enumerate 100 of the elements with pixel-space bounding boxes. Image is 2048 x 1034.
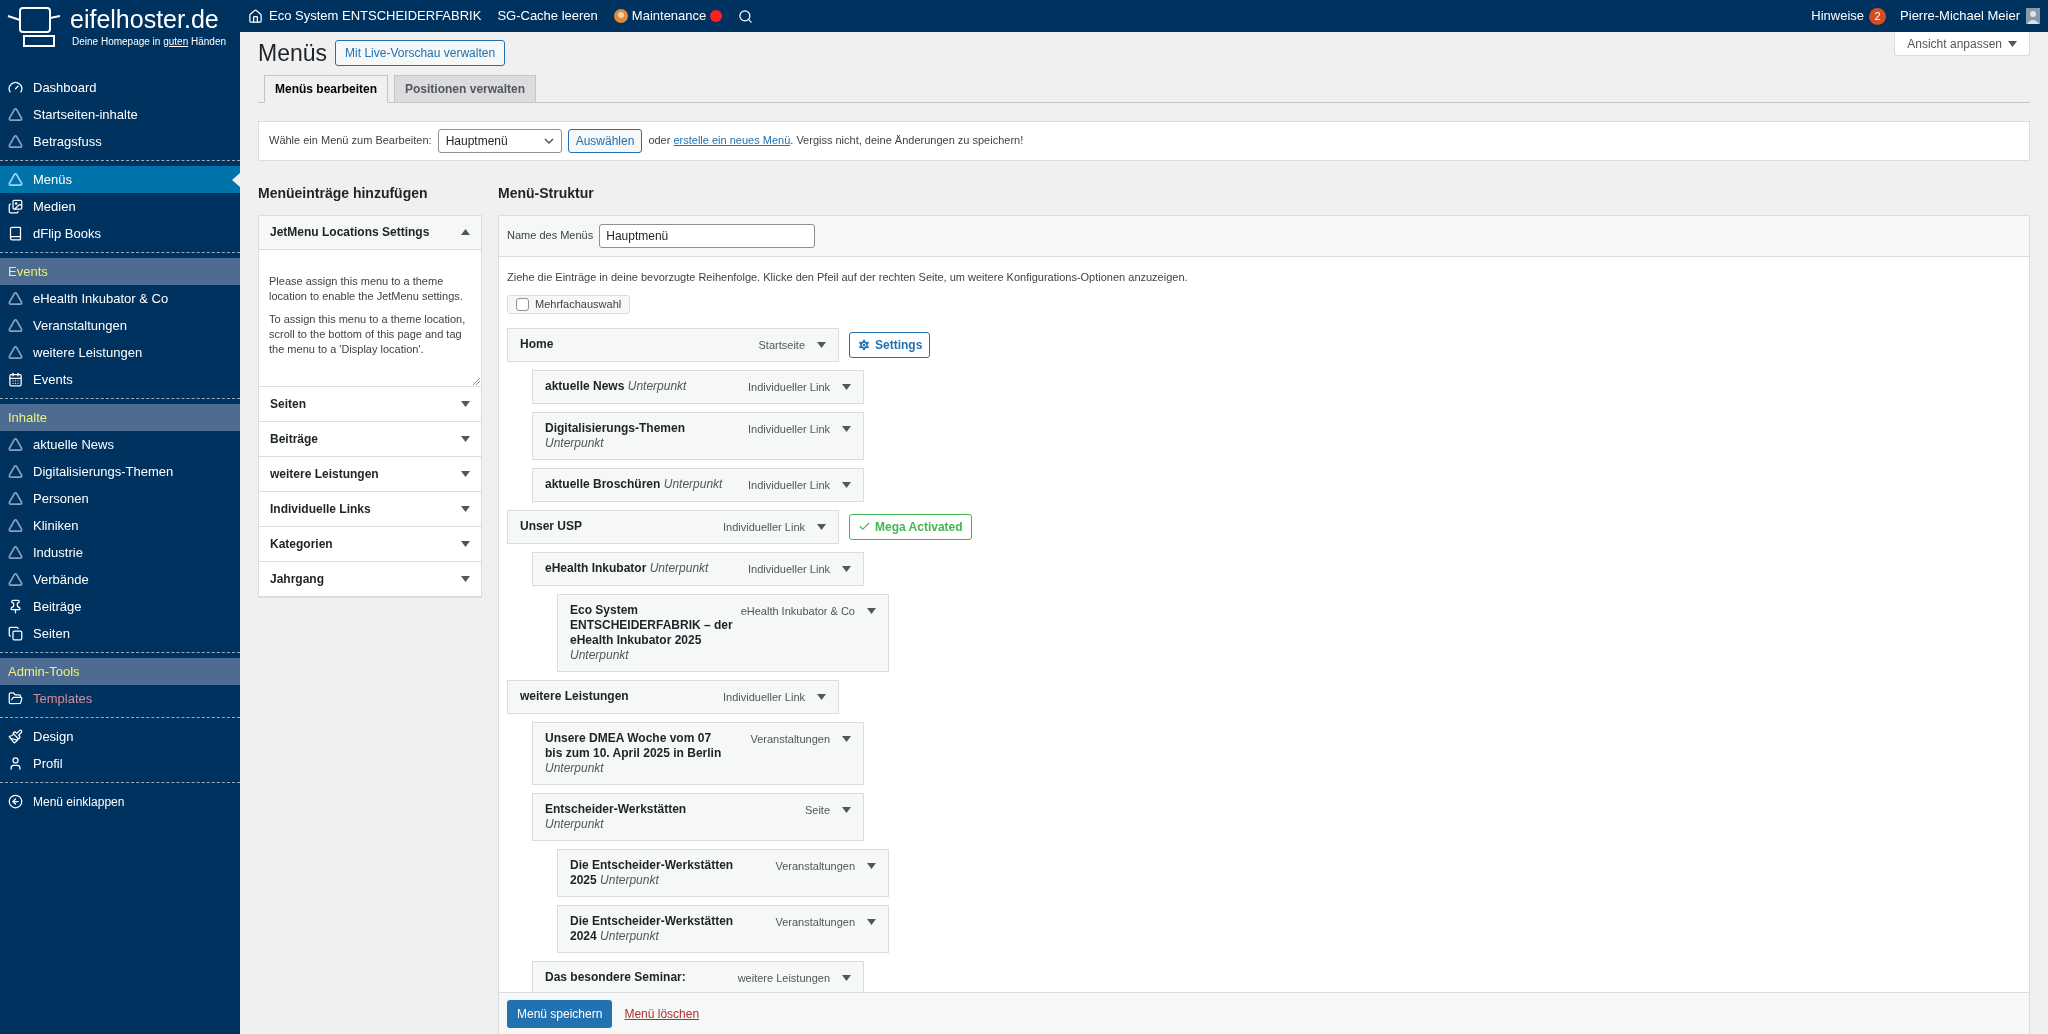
caret-icon[interactable] — [461, 470, 470, 477]
menu-item-title: aktuelle Broschüren Unterpunkt — [545, 476, 724, 492]
accordion-header[interactable]: Individuelle Links — [259, 491, 481, 526]
caret-icon[interactable] — [817, 693, 826, 700]
menu-item[interactable]: eHealth Inkubator Unterpunkt Individueller Link — [532, 551, 864, 586]
sidebar-item[interactable]: Seiten — [0, 620, 240, 647]
caret-icon[interactable] — [817, 523, 826, 530]
accordion-header[interactable]: weitere Leistungen — [259, 456, 481, 491]
brush-icon — [8, 729, 23, 744]
menu-item-type: Individueller Link — [748, 379, 830, 395]
caret-icon[interactable] — [461, 575, 470, 582]
menu-item-title: Entscheider-Werkstätten Unterpunkt — [545, 801, 688, 832]
sidebar-item[interactable]: Menüs — [0, 166, 240, 193]
accordion-header[interactable]: Kategorien — [259, 526, 481, 561]
menu-item[interactable]: Home Startseite — [507, 327, 839, 362]
accordion-header[interactable]: JetMenu Locations Settings — [259, 215, 481, 250]
menu-item[interactable]: Die Entscheider-Werkstätten 2024 Unterpunkt Veranstaltungen — [557, 904, 889, 953]
save-menu-button[interactable]: Menü speichern — [507, 999, 613, 1028]
caret-icon[interactable] — [461, 435, 470, 442]
select-button[interactable]: Auswählen — [567, 128, 643, 153]
sidebar-item[interactable]: Events — [0, 366, 240, 393]
sidebar-item[interactable]: Profil — [0, 750, 240, 777]
caret-icon[interactable] — [867, 918, 876, 925]
menu-item[interactable]: Eco System ENTSCHEIDERFABRIK – der eHealth Inkubator 2025 Unterpunkt eHealth Inkubator & Co — [557, 593, 889, 672]
menu-item[interactable]: aktuelle Broschüren Unterpunkt Individueller Link — [532, 467, 864, 502]
user-link[interactable]: Pierre-Michael Meier — [1900, 6, 2040, 26]
menu-item[interactable]: Digitalisierungs-Themen Unterpunkt Individueller Link — [532, 411, 864, 460]
sidebar-item[interactable]: Design — [0, 723, 240, 750]
sidebar-item[interactable]: Beiträge — [0, 593, 240, 620]
sidebar-label: Startseiten-inhalte — [33, 105, 138, 124]
menu-item[interactable]: Unsere DMEA Woche vom 07 bis zum 10. April 2025 in Berlin Unterpunkt Veranstaltungen — [532, 721, 864, 785]
caret-icon[interactable] — [842, 565, 851, 572]
caret-icon[interactable] — [867, 607, 876, 614]
caret-icon[interactable] — [461, 505, 470, 512]
collapse-menu-button[interactable]: Menü einklappen — [0, 788, 240, 815]
sidebar-label: eHealth Inkubator & Co — [33, 289, 169, 308]
sidebar-item[interactable]: aktuelle News — [0, 431, 240, 458]
settings-text-area[interactable]: Please assign this menu to a theme location to enable the JetMenu settings. To assign this menu to a theme location, scroll to the bottom of this page and tag the menu to a 'Display location'. — [259, 249, 481, 386]
notices-link[interactable]: Hinweise 2 — [1811, 6, 1887, 26]
caret-icon[interactable] — [461, 400, 470, 407]
caret-icon[interactable] — [461, 540, 470, 547]
site-link[interactable]: Eco System ENTSCHEIDERFABRIK — [248, 6, 482, 26]
caret-icon[interactable] — [842, 481, 851, 488]
tab[interactable]: Menüs bearbeiten — [264, 74, 389, 103]
caret-icon[interactable] — [461, 229, 470, 235]
sidebar-item[interactable]: Personen — [0, 485, 240, 512]
accordion-header[interactable]: Seiten — [259, 386, 481, 421]
triangle-icon — [8, 345, 23, 360]
sidebar-item[interactable]: Medien — [0, 193, 240, 220]
settings-button[interactable]: Settings — [849, 331, 931, 358]
caret-icon[interactable] — [842, 806, 851, 813]
user-avatar-icon — [2026, 8, 2040, 24]
cache-link[interactable]: SG-Cache leeren — [497, 6, 598, 26]
bulk-select-toggle[interactable]: Mehrfachauswahl — [507, 295, 631, 314]
sidebar-label: dFlip Books — [33, 224, 101, 243]
menu-item-title: Digitalisierungs-Themen Unterpunkt — [545, 420, 687, 451]
sidebar-item[interactable]: Templates — [0, 685, 240, 712]
menu-name-field[interactable]: Hauptmenü — [599, 223, 816, 248]
menu-item-type: Individueller Link — [748, 421, 830, 437]
sidebar-item[interactable]: Verbände — [0, 566, 240, 593]
sidebar-item[interactable]: dFlip Books — [0, 220, 240, 247]
dashboard-icon — [8, 80, 23, 95]
logo-name: eifelhoster.de — [70, 4, 220, 34]
menu-item[interactable]: weitere Leistungen Individueller Link — [507, 679, 839, 714]
menu-item[interactable]: aktuelle News Unterpunkt Individueller Link — [532, 369, 864, 404]
triangle-icon — [8, 107, 23, 122]
caret-icon[interactable] — [842, 974, 851, 981]
search-icon[interactable] — [738, 8, 754, 24]
sidebar-item[interactable]: Kliniken — [0, 512, 240, 539]
sidebar-item[interactable]: Dashboard — [0, 74, 240, 101]
sidebar-item[interactable]: eHealth Inkubator & Co — [0, 285, 240, 312]
sidebar-item[interactable]: Startseiten-inhalte — [0, 101, 240, 128]
maintenance-link[interactable]: Maintenance — [613, 6, 723, 26]
screen-options-button[interactable]: Ansicht anpassen — [1894, 32, 2030, 56]
menu-item[interactable]: Die Entscheider-Werkstätten 2025 Unterpunkt Veranstaltungen — [557, 848, 889, 897]
sidebar-item[interactable]: Betragsfuss — [0, 128, 240, 155]
accordion-header[interactable]: Jahrgang — [259, 561, 481, 596]
live-preview-button[interactable]: Mit Live-Vorschau verwalten — [335, 40, 506, 67]
delete-menu-link[interactable]: Menü löschen — [624, 1004, 700, 1023]
menu-item[interactable]: Unser USP Individueller Link — [507, 509, 839, 544]
sidebar-label: Kliniken — [33, 516, 79, 535]
caret-icon[interactable] — [2008, 40, 2017, 47]
checkbox[interactable] — [516, 297, 529, 311]
menu-item-type: eHealth Inkubator & Co — [740, 603, 855, 619]
sidebar-item[interactable]: Digitalisierungs-Themen — [0, 458, 240, 485]
sidebar-item[interactable]: Industrie — [0, 539, 240, 566]
sidebar-item[interactable]: weitere Leistungen — [0, 339, 240, 366]
accordion-header[interactable]: Beiträge — [259, 421, 481, 456]
caret-icon[interactable] — [817, 341, 826, 348]
sidebar-item[interactable]: Veranstaltungen — [0, 312, 240, 339]
caret-icon[interactable] — [842, 383, 851, 390]
menu-select[interactable]: Hauptmenü — [437, 128, 562, 153]
tab[interactable]: Positionen verwalten — [394, 74, 537, 103]
menu-item[interactable]: Das besondere Seminar: weitere Leistungen — [532, 960, 864, 992]
caret-icon[interactable] — [842, 425, 851, 432]
caret-icon[interactable] — [842, 735, 851, 742]
caret-icon[interactable] — [867, 862, 876, 869]
menu-name-label: Name des Menüs — [507, 228, 594, 244]
menu-item[interactable]: Entscheider-Werkstätten Unterpunkt Seite — [532, 792, 864, 841]
sidebar-label: Profil — [33, 754, 63, 773]
